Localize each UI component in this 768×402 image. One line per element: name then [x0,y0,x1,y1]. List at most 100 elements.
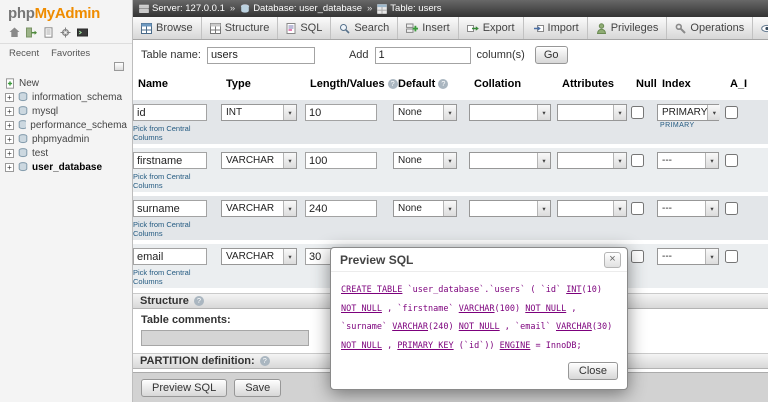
export-icon [467,23,479,34]
column-name-input[interactable] [133,200,207,217]
tab-export[interactable]: Export [459,17,524,39]
central-columns-link[interactable]: Pick from Central Columns [133,124,219,142]
tree-item-user-database[interactable]: + user_database [3,160,129,174]
chevron-down-icon: ▾ [283,153,296,168]
index-select[interactable]: PRIMARY▾ [657,104,719,121]
tab-privileges[interactable]: Privileges [588,17,668,39]
null-checkbox[interactable] [631,106,644,119]
expand-icon[interactable]: + [5,163,14,172]
go-button[interactable]: Go [535,46,568,64]
settings-icon[interactable] [60,27,71,38]
operations-icon [675,23,686,34]
type-select[interactable]: VARCHAR▾ [221,200,297,217]
breadcrumb-table[interactable]: Table: users [377,3,441,14]
logout-icon[interactable] [26,27,37,38]
help-icon[interactable]: ? [438,79,448,89]
help-icon[interactable]: ? [388,79,398,89]
type-select[interactable]: VARCHAR▾ [221,248,297,265]
expand-icon[interactable]: + [5,149,14,158]
header-ai: A_I [730,78,756,90]
add-columns-input[interactable] [375,47,471,64]
ai-checkbox[interactable] [725,202,738,215]
null-checkbox[interactable] [631,250,644,263]
null-checkbox[interactable] [631,154,644,167]
central-columns-link[interactable]: Pick from Central Columns [133,220,219,238]
tab-structure[interactable]: Structure [202,17,279,39]
column-name-input[interactable] [133,248,207,265]
tree-item-mysql[interactable]: + mysql [3,104,129,118]
table-name-input[interactable] [207,47,315,64]
tree-item-new[interactable]: New [3,76,129,90]
phpmyadmin-logo[interactable]: phpMyAdmin [0,0,132,25]
database-icon [18,106,28,116]
expand-icon[interactable]: + [5,93,14,102]
close-icon[interactable]: × [604,252,621,268]
tree-item-performance-schema[interactable]: + performance_schema [3,118,129,132]
length-input[interactable] [305,200,377,217]
table-comments-input[interactable] [141,330,309,346]
length-input[interactable] [305,152,377,169]
docs-icon[interactable] [43,27,54,38]
type-select[interactable]: INT▾ [221,104,297,121]
favorites-dropdown[interactable]: Favorites [51,48,90,59]
tab-browse[interactable]: Browse [133,17,202,39]
index-select[interactable]: ---▾ [657,248,719,265]
expand-icon[interactable]: + [5,121,14,130]
help-icon[interactable]: ? [260,356,270,366]
attributes-select[interactable]: ▾ [557,152,627,169]
expand-icon[interactable]: + [5,135,14,144]
central-columns-link[interactable]: Pick from Central Columns [133,172,219,190]
index-select[interactable]: ---▾ [657,152,719,169]
collation-select[interactable]: ▾ [469,200,551,217]
default-select[interactable]: None▾ [393,200,457,217]
ai-checkbox[interactable] [725,106,738,119]
tree-item-label: performance_schema [30,120,127,131]
index-cell: ---▾ [657,200,723,217]
index-select[interactable]: ---▾ [657,200,719,217]
tab-tracking[interactable]: Tracking [753,17,768,39]
tree-item-phpmyadmin[interactable]: + phpmyadmin [3,132,129,146]
save-button[interactable]: Save [234,379,281,397]
breadcrumb-database[interactable]: Database: user_database [240,3,362,14]
central-columns-link[interactable]: Pick from Central Columns [133,268,219,286]
tab-search[interactable]: Search [331,17,398,39]
tree-item-information-schema[interactable]: + information_schema [3,90,129,104]
preview-sql-dialog: Preview SQL × CREATE TABLE `user_databas… [330,247,628,390]
dialog-body: CREATE TABLE `user_database`.`users` ( `… [331,272,627,357]
tab-insert[interactable]: Insert [398,17,459,39]
console-icon[interactable] [77,27,88,38]
new-database-icon [5,78,15,89]
type-select[interactable]: VARCHAR▾ [221,152,297,169]
default-select[interactable]: None▾ [393,152,457,169]
collation-select[interactable]: ▾ [469,152,551,169]
header-index: Index [662,78,728,90]
chevron-down-icon: ▾ [537,201,550,216]
tree-item-test[interactable]: + test [3,146,129,160]
chevron-down-icon: ▾ [537,105,550,120]
tab-sql[interactable]: SQL [278,17,331,39]
breadcrumb-server[interactable]: Server: 127.0.0.1 [139,3,225,14]
ai-checkbox[interactable] [725,154,738,167]
default-select[interactable]: None▾ [393,104,457,121]
preview-sql-button[interactable]: Preview SQL [141,379,227,397]
column-name-input[interactable] [133,152,207,169]
phpmyadmin-window: phpMyAdmin Recent Favorites New + inform… [0,0,768,402]
tree-controls [0,61,132,74]
database-icon [18,120,26,130]
null-checkbox[interactable] [631,202,644,215]
collation-select[interactable]: ▾ [469,104,551,121]
column-name-input[interactable] [133,104,207,121]
ai-checkbox[interactable] [725,250,738,263]
expand-icon[interactable]: + [5,107,14,116]
help-icon[interactable]: ? [194,296,204,306]
recent-dropdown[interactable]: Recent [9,48,39,59]
panel-collapse-icon[interactable] [114,62,124,71]
attributes-select[interactable]: ▾ [557,200,627,217]
database-icon [18,134,28,144]
close-button[interactable]: Close [568,362,618,380]
tab-import[interactable]: Import [524,17,588,39]
length-input[interactable] [305,104,377,121]
attributes-select[interactable]: ▾ [557,104,627,121]
tab-operations[interactable]: Operations [667,17,753,39]
home-icon[interactable] [9,27,20,38]
